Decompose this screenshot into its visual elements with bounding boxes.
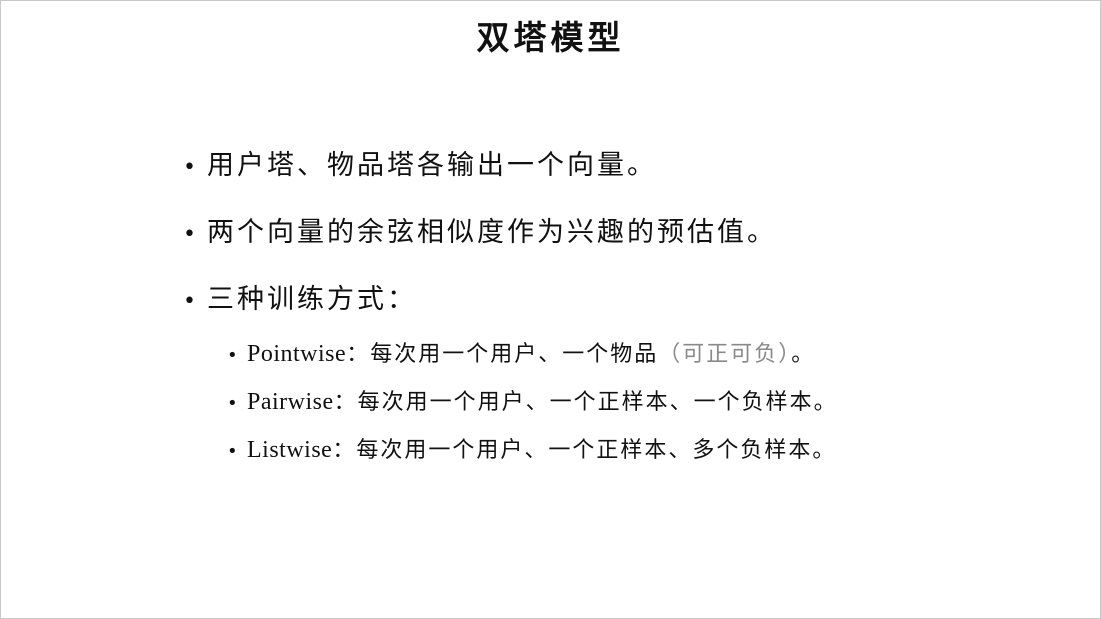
bullet-item: • 用户塔、物品塔各输出一个向量。	[183, 141, 1063, 191]
slide-title: 双塔模型	[476, 18, 625, 57]
sub-bullet-text: 每次用一个用户、一个正样本、多个负样本。	[356, 438, 837, 463]
slide: 双塔模型 • 用户塔、物品塔各输出一个向量。 • 两个向量的余弦相似度作为兴趣的预估…	[0, 0, 1101, 619]
sub-bullet-separator: ：	[346, 342, 371, 367]
sub-bullet-end: 。	[791, 342, 816, 367]
sub-bullet-note: （可正可负）	[658, 342, 792, 367]
sub-bullet-text: 每次用一个用户、一个物品	[370, 342, 659, 367]
bullet-text: 两个向量的余弦相似度作为兴趣的预估值。	[207, 217, 777, 248]
sub-bullet-dot-icon: •	[227, 441, 238, 462]
sub-bullet-term: Listwise	[247, 437, 333, 463]
sub-bullet-item: • Pointwise：每次用一个用户、一个物品（可正可负）。	[227, 330, 1063, 378]
sub-bullet-item: • Listwise：每次用一个用户、一个正样本、多个负样本。	[227, 426, 1063, 474]
sub-bullet-term: Pairwise	[247, 389, 334, 415]
bullet-dot-icon: •	[183, 222, 196, 247]
sub-bullet-dot-icon: •	[227, 345, 238, 366]
sub-bullet-dot-icon: •	[227, 393, 238, 414]
bullet-text: 三种训练方式：	[207, 284, 417, 315]
bullet-list: • 用户塔、物品塔各输出一个向量。 • 两个向量的余弦相似度作为兴趣的预估值。 • 三…	[183, 141, 1063, 474]
bullet-item: • 两个向量的余弦相似度作为兴趣的预估值。	[183, 208, 1063, 258]
bullet-text: 用户塔、物品塔各输出一个向量。	[207, 150, 657, 181]
sub-bullet-text: 每次用一个用户、一个正样本、一个负样本。	[357, 390, 838, 415]
bullet-dot-icon: •	[183, 155, 196, 180]
bullet-item: • 三种训练方式：	[183, 275, 1063, 325]
sub-bullet-term: Pointwise	[247, 341, 347, 367]
sub-bullet-separator: ：	[333, 390, 358, 415]
sub-bullet-item: • Pairwise：每次用一个用户、一个正样本、一个负样本。	[227, 378, 1063, 426]
sub-bullet-list: • Pointwise：每次用一个用户、一个物品（可正可负）。 • Pairwise…	[183, 330, 1063, 474]
bullet-dot-icon: •	[183, 289, 196, 314]
sub-bullet-separator: ：	[332, 438, 357, 463]
